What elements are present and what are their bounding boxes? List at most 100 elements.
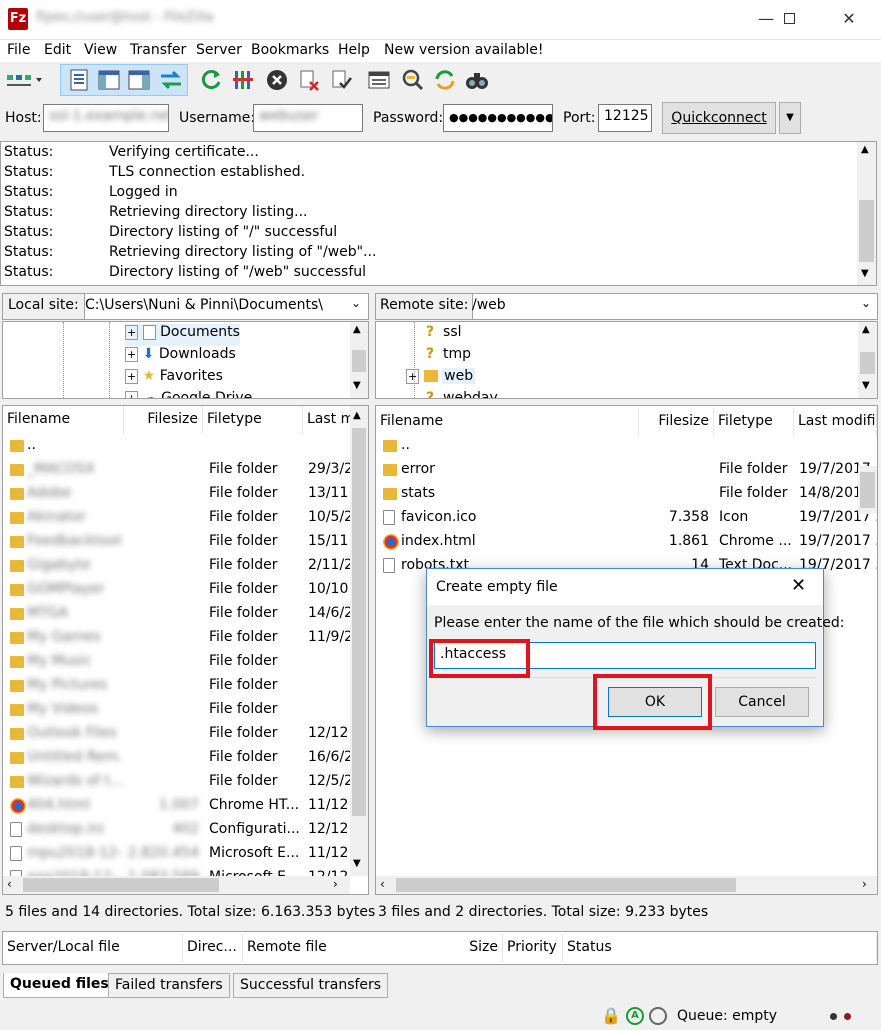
table-row[interactable]: statsFile folder14/8/2018 ... (376, 482, 877, 506)
table-row[interactable]: MTGA File folder 14/6/2 (3, 602, 350, 626)
remote-col-lastmod[interactable]: Last modifi... (794, 408, 877, 436)
table-row[interactable]: mpu2018-12-... 2.820.454 Microsoft E... 11/… (3, 842, 350, 866)
log-scroll-thumb[interactable] (859, 200, 874, 262)
table-row[interactable]: Feedbacktools File folder 15/11 (3, 530, 350, 554)
table-row[interactable]: My Videos File folder (3, 698, 350, 722)
compare-directories-icon[interactable] (400, 67, 426, 93)
table-row[interactable]: errorFile folder19/7/2017 ... (376, 458, 877, 482)
remote-list-scrollbar[interactable] (858, 466, 877, 514)
table-row[interactable]: Untitled Rem... File folder 16/6/2 (3, 746, 350, 770)
username-input[interactable]: webuser (253, 104, 363, 132)
table-row[interactable]: Adobe File folder 13/11 (3, 482, 350, 506)
port-input[interactable]: 12125 (598, 104, 652, 132)
menu-new-version[interactable]: New version available! (384, 42, 544, 58)
remote-col-filename[interactable]: Filename (376, 408, 639, 436)
log-scrollbar[interactable]: ▲ ▼ (857, 142, 876, 285)
process-queue-icon[interactable] (230, 67, 256, 93)
search-remote-files-icon[interactable] (464, 67, 490, 93)
remote-tree-scrollbar[interactable]: ▲ ▼ (858, 322, 877, 398)
disconnect-icon[interactable] (296, 67, 322, 93)
table-row[interactable]: My Games File folder 11/9/2 (3, 626, 350, 650)
reconnect-icon[interactable] (328, 67, 354, 93)
quickconnect-button[interactable]: Quickconnect (662, 102, 776, 134)
toolbar (0, 62, 881, 98)
table-row[interactable]: Outlook Files File folder 12/12 (3, 722, 350, 746)
quickconnect-dropdown-icon[interactable]: ▼ (779, 102, 801, 134)
cancel-operation-icon[interactable] (264, 67, 290, 93)
queue-col-direction[interactable]: Direc... (183, 934, 243, 962)
queue-col-size[interactable]: Size (443, 934, 503, 962)
site-manager-icon[interactable] (5, 67, 43, 93)
local-col-lastmod[interactable]: Last m (303, 406, 351, 434)
cell-type: File folder (209, 701, 278, 717)
queue-col-priority[interactable]: Priority (503, 934, 563, 962)
table-row[interactable]: .. (3, 434, 350, 458)
table-row[interactable]: Gigabyte File folder 2/11/2 (3, 554, 350, 578)
table-row[interactable]: _MACOSX File folder 29/3/2 (3, 458, 350, 482)
menu-file[interactable]: File (7, 42, 30, 58)
table-row[interactable]: My Pictures File folder (3, 674, 350, 698)
directory-filters-icon[interactable] (366, 67, 392, 93)
queue-col-server-local[interactable]: Server/Local file (3, 934, 183, 962)
local-tree-scrollbar[interactable]: ▲ ▼ (350, 322, 368, 398)
queue-col-status[interactable]: Status (563, 934, 877, 962)
tree-item-tmp[interactable]: ? tmp (426, 346, 471, 368)
password-input[interactable]: ●●●●●●●●●●● (443, 104, 553, 132)
cancel-button[interactable]: Cancel (715, 687, 809, 717)
menu-edit[interactable]: Edit (44, 42, 71, 58)
toggle-remote-tree-icon[interactable] (126, 67, 152, 93)
refresh-icon[interactable] (198, 67, 224, 93)
local-col-filename[interactable]: Filename (3, 406, 124, 434)
speedometer-icon[interactable] (649, 1007, 667, 1025)
tree-item-ssl[interactable]: ? ssl (426, 324, 462, 346)
cell-type: Microsoft E... (209, 845, 300, 861)
local-col-filesize[interactable]: Filesize (124, 406, 203, 434)
synchronized-browsing-icon[interactable] (432, 67, 458, 93)
local-list-hscrollbar[interactable]: ‹ › (3, 876, 350, 894)
remote-list-hscrollbar[interactable]: ‹ › (376, 876, 877, 894)
table-row[interactable]: favicon.ico7.358Icon19/7/2017 ... (376, 506, 877, 530)
speed-limit-icon[interactable]: A (626, 1007, 644, 1025)
tab-queued-files[interactable]: Queued files (3, 973, 116, 998)
tree-item-favorites[interactable]: + ★ Favorites (125, 368, 223, 390)
menu-transfer[interactable]: Transfer (130, 42, 186, 58)
maximize-button[interactable] (766, 0, 812, 38)
menu-help[interactable]: Help (338, 42, 370, 58)
remote-path-input[interactable]: /web (472, 297, 506, 313)
table-row[interactable]: .. (376, 434, 858, 458)
username-value: webuser (259, 108, 319, 124)
table-row[interactable]: Wizards of t... File folder 12/5/2 (3, 770, 350, 794)
tab-failed-transfers[interactable]: Failed transfers (108, 973, 230, 998)
local-path-input[interactable]: C:\Users\Nuni & Pinni\Documents\ (85, 297, 323, 313)
tree-item-webdav[interactable]: ? webdav (426, 390, 498, 398)
local-col-filetype[interactable]: Filetype (203, 406, 303, 434)
tree-item-web[interactable]: + web (406, 368, 476, 390)
table-row[interactable]: GOMPlayer File folder 10/10 (3, 578, 350, 602)
lock-icon[interactable]: 🔒 (601, 1006, 621, 1025)
scroll-down-icon[interactable]: ▼ (861, 268, 869, 279)
table-row[interactable]: Akinator File folder 10/5/2 (3, 506, 350, 530)
table-row[interactable]: desktop.ini 402 Configurati... 12/12 (3, 818, 350, 842)
toggle-local-tree-icon[interactable] (96, 67, 122, 93)
table-row[interactable]: My Music File folder (3, 650, 350, 674)
remote-col-filetype[interactable]: Filetype (714, 408, 794, 436)
local-list-scrollbar[interactable]: ▲ ▼ (350, 406, 368, 876)
chevron-down-icon[interactable]: ⌄ (351, 296, 361, 310)
tree-item-google-drive[interactable]: + ☁ Google Drive (125, 390, 252, 398)
toggle-queue-icon[interactable] (158, 67, 184, 93)
tree-item-downloads[interactable]: + ⬇ Downloads (125, 346, 236, 368)
chevron-down-icon[interactable]: ⌄ (861, 296, 871, 310)
tree-item-documents[interactable]: + Documents (125, 324, 240, 346)
close-icon[interactable]: ✕ (791, 575, 806, 596)
tab-successful-transfers[interactable]: Successful transfers (233, 973, 389, 998)
menu-server[interactable]: Server (196, 42, 242, 58)
close-window-button[interactable]: ✕ (826, 0, 872, 38)
menu-bookmarks[interactable]: Bookmarks (251, 42, 329, 58)
remote-col-filesize[interactable]: Filesize (639, 408, 714, 436)
scroll-up-icon[interactable]: ▲ (861, 144, 869, 155)
host-input[interactable]: ssl-1.example.net (43, 104, 169, 132)
toggle-log-icon[interactable] (66, 67, 92, 93)
table-row[interactable]: index.html 1.861 Chrome ... 19/7/2017 ... (376, 530, 877, 554)
menu-view[interactable]: View (84, 42, 117, 58)
table-row[interactable]: 404.html 1.007 Chrome HT... 11/12 (3, 794, 350, 818)
